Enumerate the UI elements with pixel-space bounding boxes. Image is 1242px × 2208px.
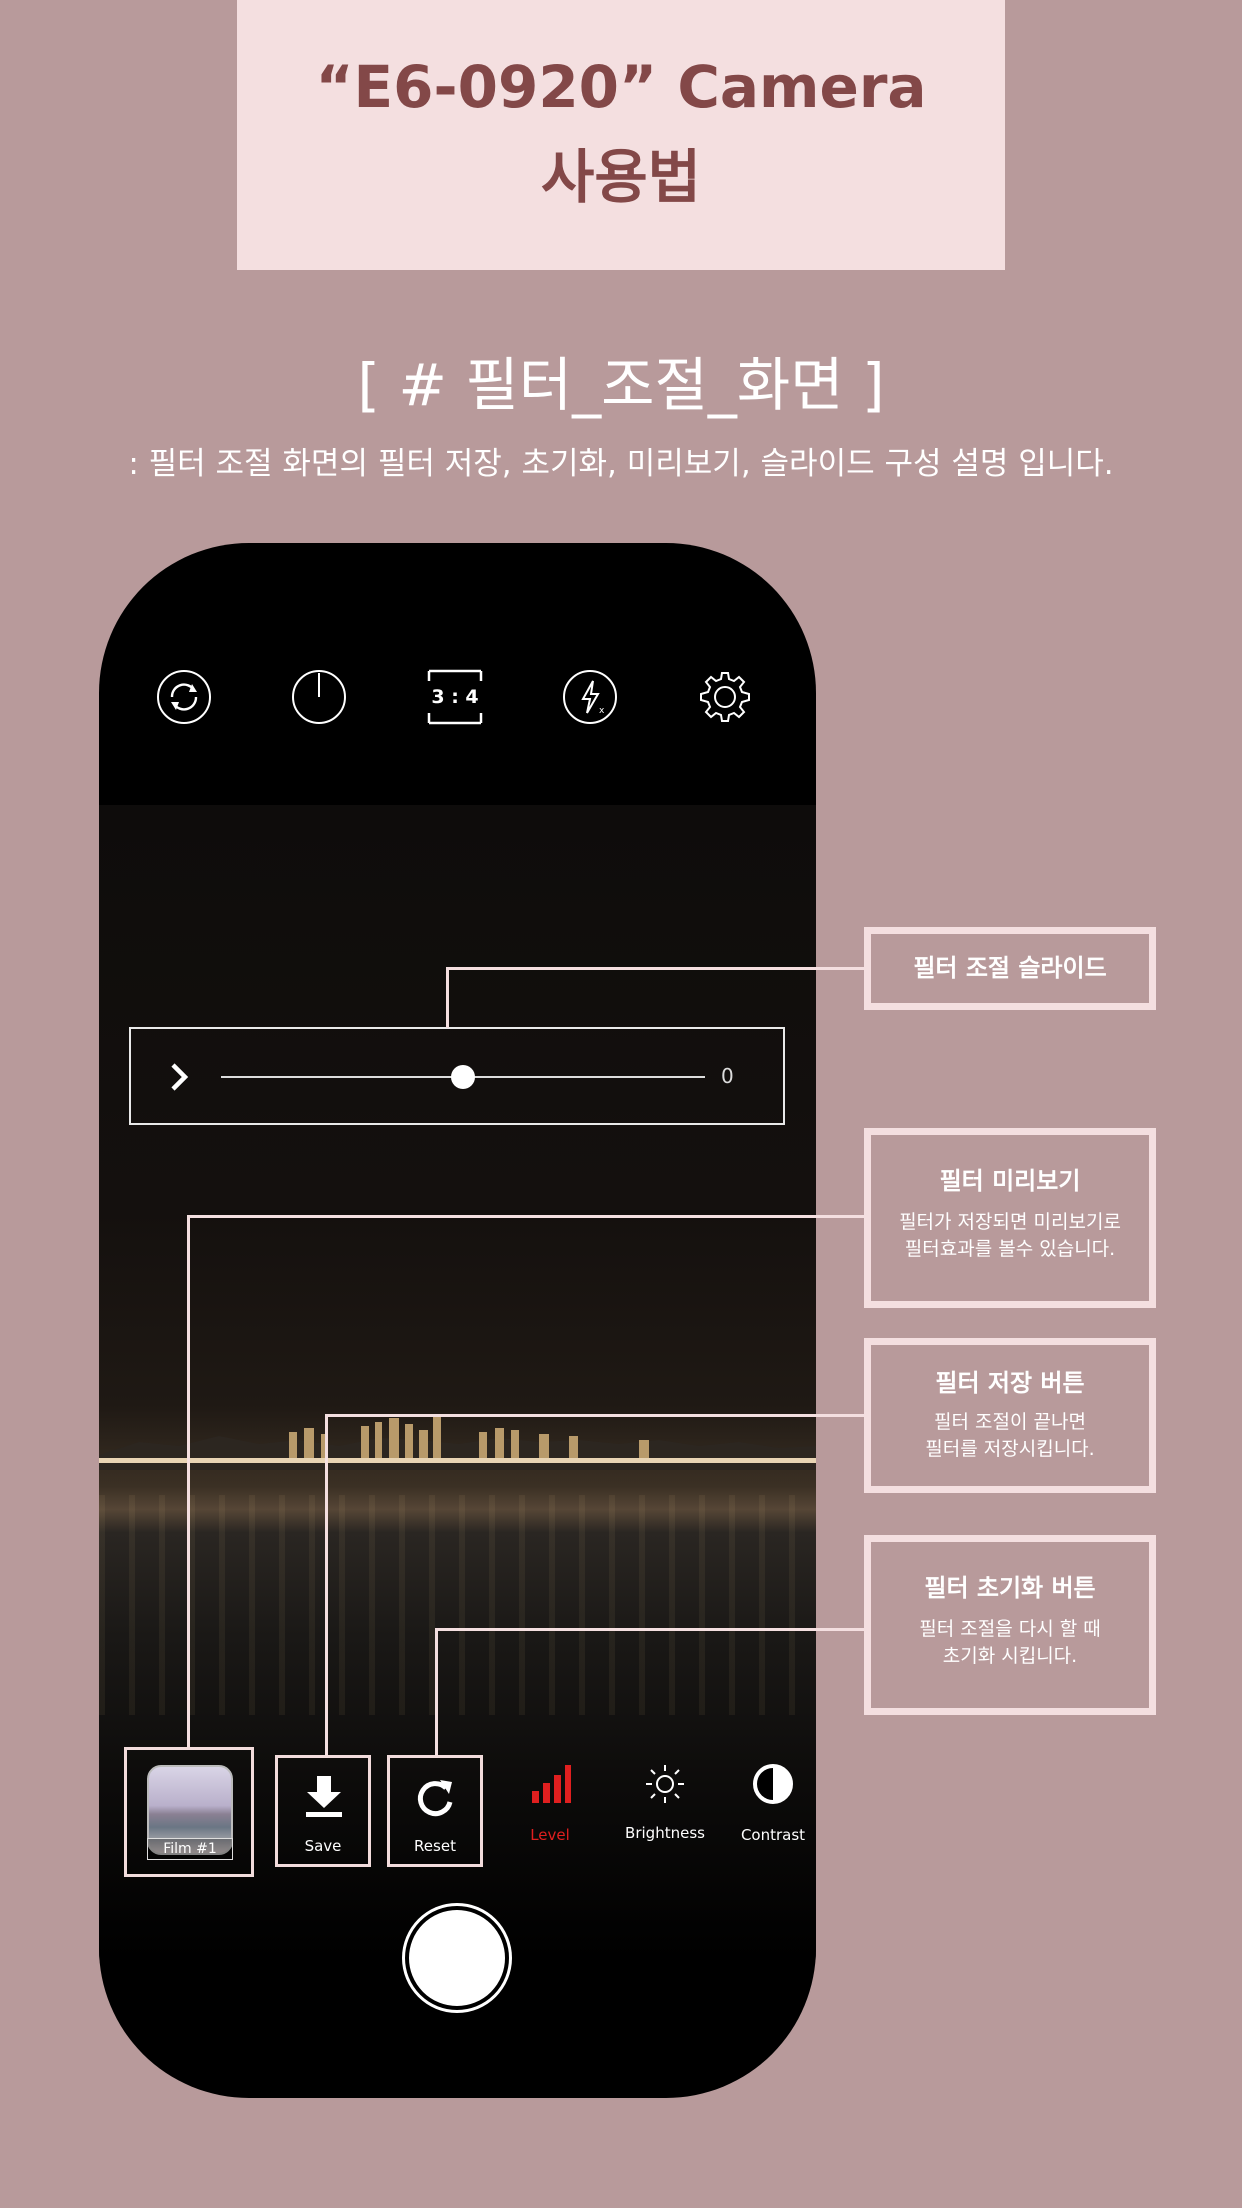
page: “E6-0920” Camera 사용법 [ # 필터_조절_화면 ] : 필터…	[0, 0, 1242, 2208]
preview-connector-h	[187, 1215, 864, 1218]
callout-slider-title: 필터 조절 슬라이드	[913, 954, 1107, 982]
sun-icon	[646, 1765, 684, 1803]
download-icon	[306, 1776, 342, 1817]
section-description: : 필터 조절 화면의 필터 저장, 초기화, 미리보기, 슬라이드 구성 설명…	[128, 446, 1114, 482]
phone-mockup: 3 : 4 x 0 Film #1 Save Reset Level Brigh…	[99, 543, 816, 2098]
callout-preview-desc-2: 필터효과를 볼수 있습니다.	[904, 1238, 1116, 1260]
save-connector-h	[325, 1414, 864, 1417]
settings-gear-icon[interactable]	[697, 669, 753, 725]
slider-value: 0	[721, 1064, 734, 1088]
reset-button[interactable]: Reset	[387, 1755, 483, 1867]
filter-preview-thumbnail[interactable]: Film #1	[124, 1747, 254, 1877]
city-skyline	[99, 1414, 816, 1470]
callout-save-title: 필터 저장 버튼	[935, 1369, 1085, 1397]
save-label: Save	[304, 1837, 342, 1855]
switch-camera-icon[interactable]	[156, 669, 212, 725]
callout-preview: 필터 미리보기 필터가 저장되면 미리보기로 필터효과를 볼수 있습니다.	[864, 1128, 1156, 1308]
callout-reset-desc-1: 필터 조절을 다시 할 때	[919, 1618, 1101, 1640]
section-title: [ # 필터_조절_화면 ]	[357, 351, 885, 419]
preview-connector-v	[187, 1215, 190, 1747]
contrast-tool[interactable]: Contrast	[723, 1755, 816, 1845]
slider-connector-h	[446, 967, 864, 970]
save-button[interactable]: Save	[275, 1755, 371, 1867]
level-bars-icon	[532, 1765, 571, 1803]
title-banner: “E6-0920” Camera 사용법	[237, 0, 1005, 270]
chevron-right-icon[interactable]	[165, 1053, 195, 1101]
brightness-label: Brightness	[625, 1824, 705, 1842]
aspect-ratio-label: 3 : 4	[431, 686, 479, 708]
callout-reset: 필터 초기화 버튼 필터 조절을 다시 할 때 초기화 시킵니다.	[864, 1535, 1156, 1715]
reset-label: Reset	[414, 1837, 456, 1855]
film-label: Film #1	[147, 1838, 233, 1860]
reset-connector-v	[435, 1628, 438, 1756]
reset-arrow-icon	[417, 1780, 453, 1817]
callout-preview-title: 필터 미리보기	[939, 1167, 1081, 1195]
callout-slider: 필터 조절 슬라이드	[864, 927, 1156, 1010]
svg-text:x: x	[599, 706, 605, 716]
level-label: Level	[530, 1826, 570, 1844]
callout-save-desc-2: 필터를 저장시킵니다.	[925, 1438, 1095, 1460]
callout-reset-title: 필터 초기화 버튼	[924, 1574, 1096, 1602]
save-connector-v	[325, 1414, 328, 1756]
level-tool[interactable]: Level	[500, 1755, 600, 1845]
timer-icon[interactable]	[291, 669, 347, 725]
page-title: “E6-0920” Camera	[315, 53, 927, 121]
callout-reset-desc-2: 초기화 시킵니다.	[942, 1645, 1078, 1667]
slider-knob[interactable]	[451, 1065, 475, 1089]
aspect-ratio-icon[interactable]: 3 : 4	[427, 669, 483, 725]
slider-connector-v	[446, 967, 449, 1028]
callout-save: 필터 저장 버튼 필터 조절이 끝나면 필터를 저장시킵니다.	[864, 1338, 1156, 1493]
brightness-tool[interactable]: Brightness	[610, 1755, 720, 1843]
callout-preview-desc-1: 필터가 저장되면 미리보기로	[899, 1211, 1121, 1233]
contrast-icon	[753, 1764, 793, 1804]
reset-connector-h	[435, 1628, 864, 1631]
page-subtitle: 사용법	[540, 143, 702, 211]
water-reflection	[99, 1495, 816, 1715]
callout-save-desc-1: 필터 조절이 끝나면	[934, 1411, 1086, 1433]
contrast-label: Contrast	[740, 1826, 806, 1844]
filter-slider[interactable]: 0	[129, 1027, 785, 1125]
flash-off-icon[interactable]: x	[562, 669, 618, 725]
shutter-button[interactable]	[405, 1906, 509, 2010]
